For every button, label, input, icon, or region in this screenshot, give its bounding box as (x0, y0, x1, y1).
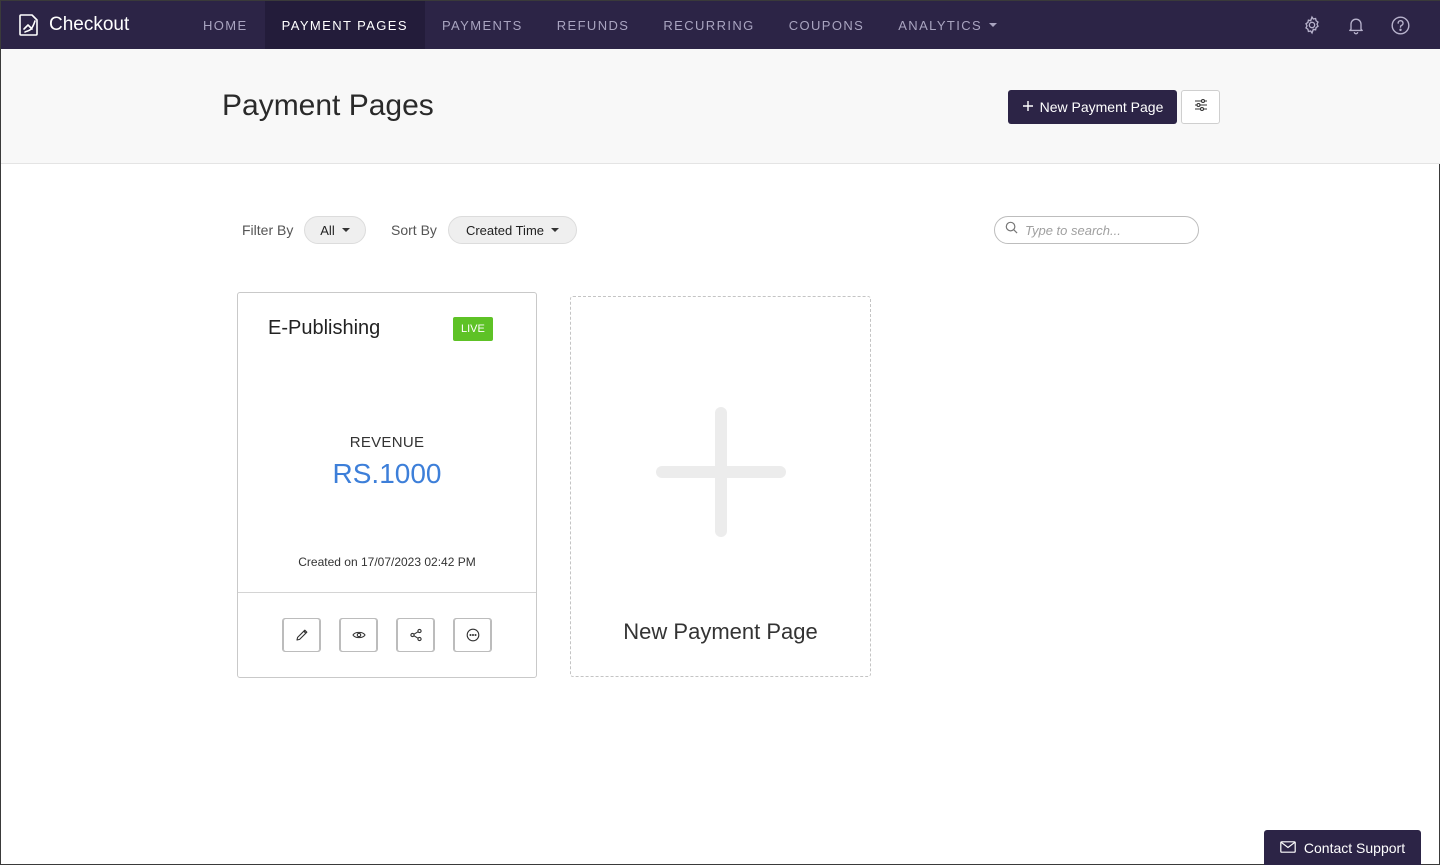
nav-coupons[interactable]: COUPONS (772, 1, 882, 49)
nav-recurring[interactable]: RECURRING (646, 1, 771, 49)
search-box[interactable] (994, 216, 1199, 244)
new-payment-page-button[interactable]: New Payment Page (1008, 90, 1177, 124)
chevron-down-icon (989, 23, 998, 27)
card-divider (238, 592, 536, 593)
search-input[interactable] (1025, 222, 1185, 238)
sort-dropdown-value: Created Time (465, 222, 545, 238)
search-icon (1005, 221, 1018, 239)
page-title: Payment Pages (222, 89, 434, 122)
payment-page-card[interactable]: E-Publishing LIVE REVENUE RS.1000 Create… (237, 292, 537, 678)
sort-dropdown[interactable]: Created Time (448, 216, 577, 244)
share-button[interactable] (396, 618, 435, 652)
new-tile-label: New Payment Page (623, 619, 818, 644)
sliders-icon (1194, 98, 1208, 117)
nav-analytics-label: ANALYTICS (898, 17, 983, 33)
gear-icon[interactable] (1301, 14, 1323, 36)
chevron-down-icon (341, 228, 350, 232)
sort-by-label: Sort By (391, 222, 437, 238)
nav-payments-label: PAYMENTS (441, 17, 523, 33)
more-options-button[interactable] (453, 618, 492, 652)
created-on-text: Created on 17/07/2023 02:42 PM (298, 555, 476, 569)
bell-icon[interactable] (1345, 14, 1367, 36)
edit-button[interactable] (282, 618, 321, 652)
nav-analytics[interactable]: ANALYTICS (881, 1, 1014, 49)
status-badge: LIVE (453, 317, 493, 341)
filter-by-label: Filter By (242, 222, 294, 238)
card-title: E-Publishing (268, 317, 381, 339)
contact-support-button[interactable]: Contact Support (1264, 830, 1421, 865)
more-icon (454, 618, 491, 652)
nav-recurring-label: RECURRING (663, 17, 755, 33)
preview-button[interactable] (339, 618, 378, 652)
filter-dropdown[interactable]: All (304, 216, 366, 244)
filter-dropdown-value: All (320, 222, 335, 238)
plus-icon (656, 407, 786, 537)
share-icon (397, 618, 434, 652)
nav-payment-pages-label: PAYMENT PAGES (281, 17, 408, 33)
new-payment-page-button-label: New Payment Page (1039, 99, 1164, 115)
plus-icon (1022, 99, 1034, 115)
checkout-logo-icon (17, 12, 41, 38)
brand[interactable]: Checkout (1, 1, 186, 49)
nav-refunds[interactable]: REFUNDS (540, 1, 647, 49)
contact-support-label: Contact Support (1303, 840, 1406, 856)
list-settings-button[interactable] (1181, 90, 1220, 124)
eye-icon (340, 618, 377, 652)
app-name: Checkout (49, 14, 130, 35)
card-actions (282, 618, 492, 652)
page-header: Payment Pages New Payment Page (1, 49, 1440, 164)
mail-icon (1280, 840, 1296, 856)
top-nav: Checkout HOME PAYMENT PAGES PAYMENTS REF… (1, 1, 1440, 49)
chevron-down-icon (551, 228, 560, 232)
pencil-icon (283, 618, 320, 652)
new-payment-page-tile[interactable]: New Payment Page (570, 296, 871, 677)
nav-coupons-label: COUPONS (788, 17, 865, 33)
nav-refunds-label: REFUNDS (556, 17, 630, 33)
nav-home[interactable]: HOME (186, 1, 265, 49)
nav-payments[interactable]: PAYMENTS (425, 1, 540, 49)
revenue-label: REVENUE (349, 434, 425, 451)
nav-home-label: HOME (203, 17, 248, 33)
nav-icon-group (1301, 1, 1411, 49)
revenue-value: RS.1000 (332, 458, 442, 489)
help-icon[interactable] (1389, 14, 1411, 36)
nav-payment-pages[interactable]: PAYMENT PAGES (264, 1, 425, 49)
